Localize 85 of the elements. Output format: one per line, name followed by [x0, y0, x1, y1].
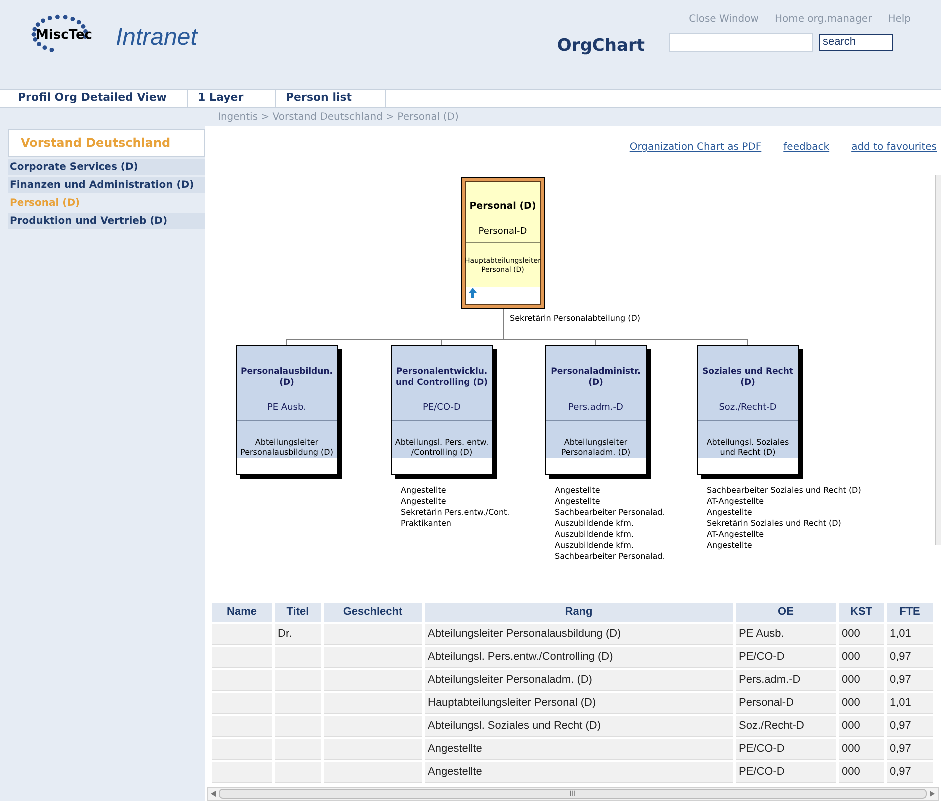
table-cell: Angestellte: [425, 739, 733, 760]
table-cell: Abteilungsleiter Personaladm. (D): [425, 670, 733, 692]
staff-label: Sachbearbeiter Personalad.: [555, 551, 666, 562]
table-cell: Pers.adm.-D: [736, 670, 836, 692]
node-title: Personaladministr. (D): [550, 366, 642, 390]
table-cell: 0,97: [887, 762, 933, 784]
table-cell: 1,01: [887, 693, 933, 714]
node-role: Abteilungsleiter Personaladm. (D): [560, 438, 632, 458]
scroll-right-icon[interactable]: [930, 791, 935, 798]
sidebar-heading: Vorstand Deutschland: [21, 135, 171, 152]
table-cell: 000: [839, 716, 884, 738]
node-code: Personal-D: [478, 226, 528, 240]
table-cell: 1,01: [887, 624, 933, 646]
node-role: Abteilungsleiter Personalausbildung (D): [240, 438, 334, 458]
action-link[interactable]: Organization Chart as PDF: [630, 140, 762, 155]
sidebar-item[interactable]: Finanzen und Administration (D): [8, 177, 205, 193]
table-cell: 0,97: [887, 716, 933, 738]
node-code: PE/CO-D: [423, 402, 461, 415]
table-cell: Abteilungsl. Pers.entw./Controlling (D): [425, 647, 733, 668]
action-link[interactable]: feedback: [784, 140, 830, 155]
table-cell: 0,97: [887, 670, 933, 692]
column-header[interactable]: Name: [212, 603, 272, 622]
site-name: Intranet: [116, 23, 198, 53]
node-role: Abteilungsl. Pers. entw. /Controlling (D): [394, 438, 490, 458]
staff-label: Auszubildende kfm.: [555, 540, 635, 551]
table-cell: 0,97: [887, 739, 933, 760]
table-cell: Soz./Recht-D: [736, 716, 836, 738]
assistant-label: Sekretärin Personalabteilung (D): [510, 313, 640, 325]
table-cell: 000: [839, 624, 884, 646]
table-cell: PE Ausb.: [736, 624, 836, 646]
staff-label: AT-Angestellte: [707, 529, 765, 540]
node-code: Soz./Recht-D: [719, 402, 777, 415]
node-title: Personal (D): [470, 200, 536, 214]
column-header[interactable]: Geschlecht: [324, 603, 422, 622]
table-cell: Dr.: [275, 624, 321, 646]
staff-label: Praktikanten: [401, 518, 452, 529]
table-cell: 000: [839, 670, 884, 692]
table-cell: Hauptabteilungsleiter Personal (D): [425, 693, 733, 714]
column-header[interactable]: OE: [736, 603, 836, 622]
table-cell: PE/CO-D: [736, 762, 836, 784]
node-code: Pers.adm.-D: [568, 402, 624, 415]
table-cell: Abteilungsleiter Personalausbildung (D): [425, 624, 733, 646]
staff-label: Angestellte: [401, 485, 448, 496]
table-cell: Angestellte: [425, 762, 733, 784]
table-cell: 000: [839, 762, 884, 784]
table-cell: 000: [839, 693, 884, 714]
sidebar-item[interactable]: Corporate Services (D): [8, 159, 205, 175]
column-header[interactable]: Rang: [425, 603, 733, 622]
staff-label: Angestellte: [555, 485, 602, 496]
node-title: Soziales und Recht (D): [702, 366, 794, 390]
table-cell: 000: [839, 647, 884, 668]
staff-label: Sekretärin Pers.entw./Cont.: [401, 507, 510, 518]
sidebar-item[interactable]: Produktion und Vertrieb (D): [8, 213, 205, 229]
staff-label: Angestellte: [401, 496, 448, 507]
table-cell: PE/CO-D: [736, 739, 836, 760]
staff-label: Sachbearbeiter Soziales und Recht (D): [707, 485, 862, 496]
node-role: Abteilungsl. Soziales und Recht (D): [706, 438, 790, 458]
column-header[interactable]: Titel: [275, 603, 321, 622]
scroll-left-icon[interactable]: [211, 791, 216, 798]
breadcrumb: Ingentis > Vorstand Deutschland > Personal (D): [218, 110, 459, 124]
staff-label: Angestellte: [555, 496, 602, 507]
table-cell: 0,97: [887, 647, 933, 668]
search-button[interactable]: search: [819, 34, 893, 51]
staff-label: Angestellte: [707, 540, 754, 551]
staff-label: Auszubildende kfm.: [555, 518, 635, 529]
node-title: Personalentwicklu. und Controlling (D): [394, 366, 490, 390]
table-cell: Abteilungsl. Soziales und Recht (D): [425, 716, 733, 738]
staff-label: AT-Angestellte: [707, 496, 765, 507]
table-cell: Personal-D: [736, 693, 836, 714]
page-title: OrgChart: [557, 35, 645, 58]
action-link[interactable]: add to favourites: [852, 140, 937, 155]
logo-text: MiscTec: [36, 27, 93, 45]
node-code: PE Ausb.: [267, 402, 307, 415]
table-cell: 000: [839, 739, 884, 760]
column-header[interactable]: KST: [839, 603, 884, 622]
table-cell: PE/CO-D: [736, 647, 836, 668]
up-arrow-icon[interactable]: [469, 288, 477, 298]
search-field[interactable]: [669, 33, 813, 52]
staff-label: Sachbearbeiter Personalad.: [555, 507, 666, 518]
node-title: Personalausbildun. (D): [240, 366, 334, 390]
staff-label: Auszubildende kfm.: [555, 529, 635, 540]
vertical-scrollbar[interactable]: [935, 175, 941, 545]
staff-label: Angestellte: [707, 507, 754, 518]
column-header[interactable]: FTE: [887, 603, 933, 622]
staff-label: Sekretärin Soziales und Recht (D): [707, 518, 842, 529]
